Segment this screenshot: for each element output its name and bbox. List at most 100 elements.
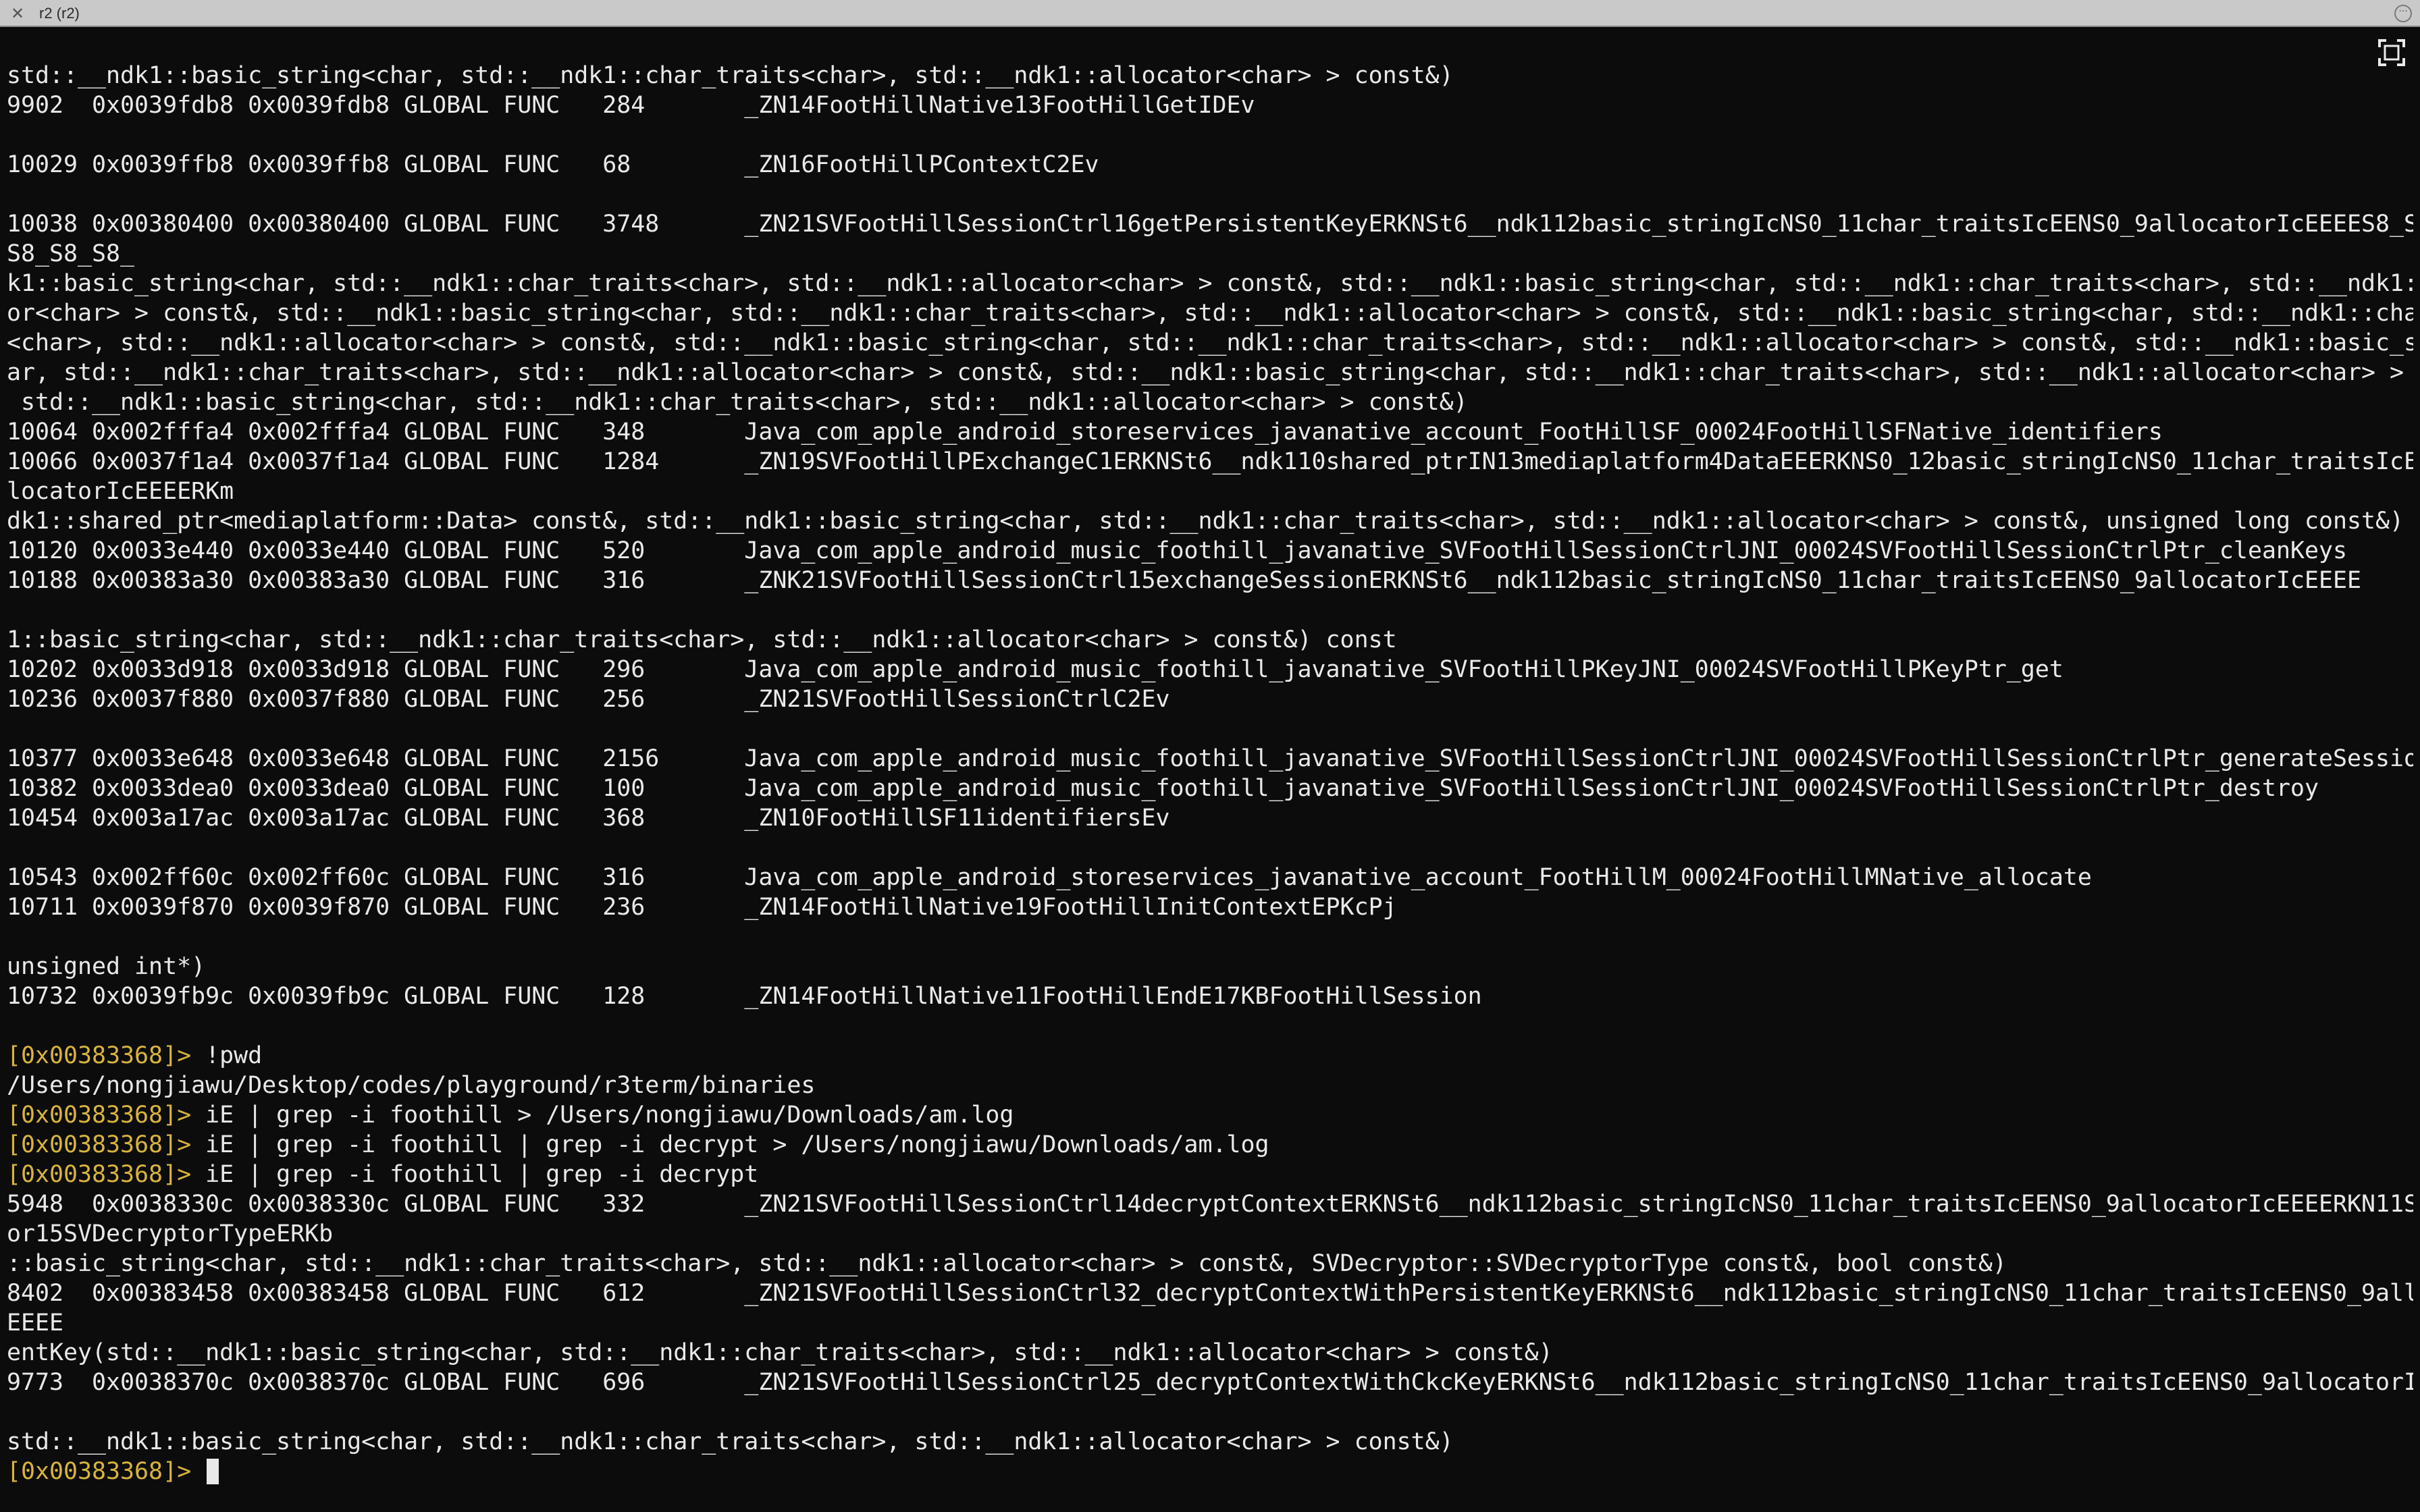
- output-line: 10029 0x0039ffb8 0x0039ffb8 GLOBAL FUNC …: [7, 150, 2413, 180]
- output-line: 9902 0x0039fdb8 0x0039fdb8 GLOBAL FUNC 2…: [7, 90, 2413, 120]
- window-title: r2 (r2): [39, 5, 80, 22]
- output-line: ar, std::__ndk1::char_traits<char>, std:…: [7, 358, 2413, 387]
- close-icon[interactable]: ✕: [8, 4, 27, 23]
- output-line: 10382 0x0033dea0 0x0033dea0 GLOBAL FUNC …: [7, 774, 2413, 803]
- output-text: 10066 0x0037f1a4 0x0037f1a4 GLOBAL FUNC …: [7, 448, 2413, 475]
- output-text: SVFootHillSessionCtrl::_decryptContextWi…: [7, 1399, 2413, 1426]
- output-text: locatorIcEEEERKm SVFootHillPExchange::SV…: [7, 478, 234, 505]
- output-line: or15SVDecryptorTypeERKb SVFootHillSessio…: [7, 1219, 2413, 1249]
- output-line: 10543 0x002ff60c 0x002ff60c GLOBAL FUNC …: [7, 863, 2413, 892]
- output-text: 10236 0x0037f880 0x0037f880 GLOBAL FUNC …: [7, 686, 1170, 713]
- output-text: or15SVDecryptorTypeERKb SVFootHillSessio…: [7, 1220, 334, 1247]
- output-line: EEEE SVFootHillSessionCtrl::_decry: [7, 1308, 2413, 1338]
- output-text: std::__ndk1::basic_string<char, std::__n…: [7, 389, 1468, 416]
- output-text: FootHillPContext::FootHillPContext(): [7, 181, 2413, 208]
- output-line: FootHillNative::FootHillEnd(KBFootHillSe…: [7, 1011, 2413, 1041]
- prompt-address: [0x00383368]>: [7, 1458, 192, 1485]
- output-text: EEEE SVFootHillSessionCtrl::_decry: [7, 1310, 64, 1336]
- output-line: SVFootHillSessionCtrl::_decryptContextWi…: [7, 31, 2413, 61]
- output-line: std::__ndk1::basic_string<char, std::__n…: [7, 1427, 2413, 1457]
- output-text: ar, std::__ndk1::char_traits<char>, std:…: [7, 359, 2413, 386]
- output-text: FootHillNative::FootHillGetID(): [7, 122, 2413, 148]
- output-line: 10038 0x00380400 0x00380400 GLOBAL FUNC …: [7, 209, 2413, 239]
- output-text: 9773 0x0038370c 0x0038370c GLOBAL FUNC 6…: [7, 1369, 2413, 1396]
- output-line: dk1::shared_ptr<mediaplatform::Data> con…: [7, 506, 2413, 536]
- command-text: [191, 1458, 205, 1485]
- output-line: SVFootHillSessionCtrl::exchangeSession(s…: [7, 595, 2413, 625]
- output-text: or<char> > const&, std::__ndk1::basic_st…: [7, 300, 2413, 327]
- output-text: 10188 0x00383a30 0x00383a30 GLOBAL FUNC …: [7, 567, 2361, 594]
- output-line: std::__ndk1::basic_string<char, std::__n…: [7, 387, 2413, 417]
- output-text: unsigned int*): [7, 953, 206, 980]
- output-text: SVFootHillSessionCtrl::_decryptContextWi…: [7, 32, 2413, 59]
- prompt-address: [0x00383368]>: [7, 1042, 192, 1069]
- prompt-address: [0x00383368]>: [7, 1131, 192, 1158]
- output-line: 1::basic_string<char, std::__ndk1::char_…: [7, 625, 2413, 655]
- output-line: FootHillPContext::FootHillPContext(): [7, 180, 2413, 209]
- prompt-line: [0x00383368]> iE | grep -i foothill | gr…: [7, 1160, 2413, 1189]
- prompt-line: [0x00383368]> iE | grep -i foothill | gr…: [7, 1130, 2413, 1160]
- output-text: FootHillNative::FootHillInitContext(char…: [7, 923, 2413, 950]
- output-text: std::__ndk1::basic_string<char, std::__n…: [7, 1428, 1454, 1455]
- output-line: S8_S8_S8_ SVFootHillSessionCtrl::getPer: [7, 239, 2413, 269]
- output-line: entKey(std::__ndk1::basic_string<char, s…: [7, 1338, 2413, 1368]
- output-line: locatorIcEEEERKm SVFootHillPExchange::SV…: [7, 477, 2413, 506]
- output-text: S8_S8_S8_ SVFootHillSessionCtrl::getPer: [7, 240, 135, 267]
- output-text: 10711 0x0039f870 0x0039f870 GLOBAL FUNC …: [7, 894, 1397, 921]
- output-text: 10732 0x0039fb9c 0x0039fb9c GLOBAL FUNC …: [7, 983, 1482, 1010]
- output-text: 1::basic_string<char, std::__ndk1::char_…: [7, 626, 1397, 653]
- output-line: <char>, std::__ndk1::allocator<char> > c…: [7, 328, 2413, 358]
- output-line: 10066 0x0037f1a4 0x0037f1a4 GLOBAL FUNC …: [7, 447, 2413, 477]
- output-text: 10038 0x00380400 0x00380400 GLOBAL FUNC …: [7, 211, 2413, 238]
- output-line: std::__ndk1::basic_string<char, std::__n…: [7, 61, 2413, 90]
- output-text: 10064 0x002fffa4 0x002fffa4 GLOBAL FUNC …: [7, 418, 2163, 446]
- output-text: FootHillSF::identifiers(): [7, 834, 2413, 861]
- fullscreen-icon[interactable]: [2374, 35, 2409, 70]
- output-text: 10029 0x0039ffb8 0x0039ffb8 GLOBAL FUNC …: [7, 151, 1099, 178]
- output-line: 9773 0x0038370c 0x0038370c GLOBAL FUNC 6…: [7, 1368, 2413, 1397]
- output-text: 10202 0x0033d918 0x0033d918 GLOBAL FUNC …: [7, 656, 2063, 683]
- output-line: k1::basic_string<char, std::__ndk1::char…: [7, 269, 2413, 298]
- output-line: 10188 0x00383a30 0x00383a30 GLOBAL FUNC …: [7, 566, 2413, 595]
- output-text: std::__ndk1::basic_string<char, std::__n…: [7, 62, 1454, 89]
- output-line: /Users/nongjiawu/Desktop/codes/playgroun…: [7, 1071, 2413, 1100]
- output-text: SVFootHillSessionCtrl::exchangeSession(s…: [7, 597, 2413, 624]
- terminal-output[interactable]: SVFootHillSessionCtrl::_decryptContextWi…: [7, 31, 2413, 1508]
- output-line: 8402 0x00383458 0x00383458 GLOBAL FUNC 6…: [7, 1278, 2413, 1308]
- output-line: FootHillSF::identifiers(): [7, 833, 2413, 863]
- output-text: /Users/nongjiawu/Desktop/codes/playgroun…: [7, 1072, 816, 1099]
- output-line: FootHillNative::FootHillInitContext(char…: [7, 922, 2413, 952]
- output-line: 10732 0x0039fb9c 0x0039fb9c GLOBAL FUNC …: [7, 981, 2413, 1011]
- output-text: 9902 0x0039fdb8 0x0039fdb8 GLOBAL FUNC 2…: [7, 92, 1255, 119]
- output-line: 10377 0x0033e648 0x0033e648 GLOBAL FUNC …: [7, 744, 2413, 774]
- output-text: <char>, std::__ndk1::allocator<char> > c…: [7, 329, 2413, 356]
- command-text: iE | grep -i foothill | grep -i decrypt: [191, 1161, 759, 1188]
- text-cursor[interactable]: [207, 1459, 219, 1484]
- output-text: dk1::shared_ptr<mediaplatform::Data> con…: [7, 508, 2404, 535]
- output-text: 10454 0x003a17ac 0x003a17ac GLOBAL FUNC …: [7, 805, 1170, 832]
- command-text: !pwd: [191, 1042, 263, 1069]
- output-text: k1::basic_string<char, std::__ndk1::char…: [7, 270, 2413, 297]
- output-text: ::basic_string<char, std::__ndk1::char_t…: [7, 1250, 2007, 1277]
- output-line: FootHillNative::FootHillGetID(): [7, 120, 2413, 150]
- prompt-address: [0x00383368]>: [7, 1102, 192, 1129]
- command-text: iE | grep -i foothill | grep -i decrypt …: [191, 1131, 1269, 1158]
- output-line: 10120 0x0033e440 0x0033e440 GLOBAL FUNC …: [7, 536, 2413, 566]
- output-text: 10543 0x002ff60c 0x002ff60c GLOBAL FUNC …: [7, 864, 2092, 891]
- output-text: FootHillNative::FootHillEnd(KBFootHillSe…: [7, 1013, 2413, 1040]
- more-options-icon[interactable]: ···: [2394, 5, 2412, 22]
- output-text: 5948 0x0038330c 0x0038330c GLOBAL FUNC 3…: [7, 1191, 2413, 1218]
- prompt-address: [0x00383368]>: [7, 1161, 192, 1188]
- output-line: or<char> > const&, std::__ndk1::basic_st…: [7, 298, 2413, 328]
- output-text: entKey(std::__ndk1::basic_string<char, s…: [7, 1339, 1553, 1366]
- output-line: ::basic_string<char, std::__ndk1::char_t…: [7, 1249, 2413, 1278]
- output-line: 10202 0x0033d918 0x0033d918 GLOBAL FUNC …: [7, 655, 2413, 684]
- output-line: 10711 0x0039f870 0x0039f870 GLOBAL FUNC …: [7, 892, 2413, 922]
- output-line: 10064 0x002fffa4 0x002fffa4 GLOBAL FUNC …: [7, 417, 2413, 447]
- title-bar: ✕ r2 (r2) ···: [0, 0, 2420, 27]
- command-text: iE | grep -i foothill > /Users/nongjiawu…: [191, 1102, 1014, 1129]
- output-line: 10236 0x0037f880 0x0037f880 GLOBAL FUNC …: [7, 684, 2413, 714]
- prompt-line: [0x00383368]> !pwd: [7, 1041, 2413, 1071]
- output-text: 8402 0x00383458 0x00383458 GLOBAL FUNC 6…: [7, 1280, 2413, 1307]
- output-line: unsigned int*): [7, 952, 2413, 981]
